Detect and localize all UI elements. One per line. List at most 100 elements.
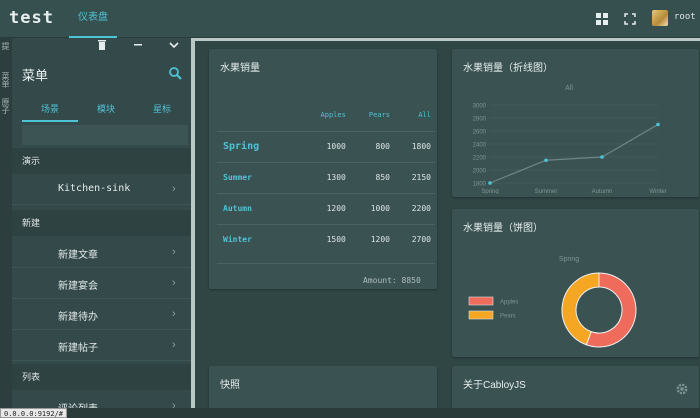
top-bar: test 仪表盘 root — [0, 0, 700, 38]
strip-item-menu[interactable]: 菜单 — [1, 72, 10, 88]
menu-item-label: 新建帖子 — [58, 343, 98, 354]
data-point — [600, 155, 604, 159]
sales-table: Apples Pears All Spring 1000 800 1800 Su… — [217, 99, 435, 255]
table-cell: 1500 — [298, 223, 350, 255]
line-chart: All 1800 2000 2200 2400 2600 2800 3000 Spring Su… — [473, 85, 667, 194]
y-tick-label: 2800 — [473, 117, 487, 123]
table-cell: 1800 — [394, 130, 435, 162]
amount-total: Amount: 8850 — [363, 276, 421, 285]
app-title: test — [9, 8, 54, 28]
table-cell: Autumn — [217, 192, 299, 224]
table-cell: 1000 — [298, 130, 350, 162]
card-pie-chart: 水果销量（饼图） Spring Apples Pears — [452, 209, 699, 357]
table-row: Winter 1500 1200 2700 — [217, 223, 435, 255]
legend-swatch — [468, 296, 494, 306]
panel-title: 菜单 — [22, 68, 49, 83]
card-title: 水果销量（饼图） — [463, 223, 543, 234]
chevron-right-icon: › — [172, 400, 176, 409]
y-tick-label: 2400 — [473, 143, 487, 149]
legend-label: Apples — [500, 300, 518, 306]
minimize-icon[interactable] — [133, 40, 143, 50]
menu-item-label: 评论列表 — [58, 400, 98, 408]
table-header: Pears — [368, 110, 390, 119]
menu-item-new-party[interactable]: 新建宴会 › — [12, 268, 191, 299]
y-tick-label: 2600 — [473, 130, 487, 136]
menu-item-label: 新建文章 — [58, 250, 98, 261]
table-cell: 1000 — [349, 192, 394, 224]
pie-chart-title: Spring — [559, 256, 579, 263]
menu-item-new-article[interactable]: 新建文章 › — [12, 237, 191, 268]
chevron-right-icon: › — [172, 183, 176, 195]
menu-item-comment-list[interactable]: 评论列表 › — [12, 391, 191, 409]
table-header: Apples — [320, 110, 346, 119]
menu-item-label: 新建宴会 — [58, 281, 98, 292]
data-point — [544, 158, 548, 163]
chevron-down-icon[interactable] — [169, 40, 179, 50]
menu-item-label: 新建待办 — [58, 312, 98, 323]
table-cell: 850 — [349, 161, 394, 193]
table-cell: Winter — [217, 223, 299, 255]
y-tick-label: 2000 — [473, 169, 487, 175]
menu-item-new-post[interactable]: 新建帖子 › — [12, 330, 191, 361]
table-cell: 1200 — [349, 223, 394, 255]
tab-dashboard[interactable]: 仪表盘 — [69, 0, 117, 38]
card-about: 关于CabloyJS — [452, 366, 699, 408]
card-title: 关于CabloyJS — [463, 380, 526, 391]
x-tick-label: Autumn — [592, 189, 613, 194]
y-tick-label: 3000 — [473, 104, 487, 110]
table-header — [217, 99, 298, 131]
fullscreen-icon[interactable] — [623, 12, 637, 26]
panel-toolbar — [12, 38, 191, 52]
table-row: Autumn 1200 1000 2200 — [217, 192, 435, 224]
table-cell: 2200 — [394, 192, 435, 224]
tab-starred[interactable]: 星标 — [134, 100, 190, 122]
group-header-list: 列表 — [12, 364, 191, 390]
legend-swatch — [468, 310, 494, 320]
table-cell: 800 — [349, 130, 394, 162]
group-header-demo: 演示 — [12, 148, 191, 174]
chevron-right-icon: › — [172, 339, 176, 351]
card-title: 水果销量（折线图） — [463, 63, 553, 74]
strip-item-atom[interactable]: 原子 — [1, 98, 10, 114]
x-tick-label: Spring — [481, 189, 498, 194]
chevron-right-icon: › — [172, 308, 176, 320]
x-tick-label: Winter — [649, 189, 666, 194]
y-tick-label: 1800 — [473, 182, 487, 188]
divider — [217, 263, 435, 264]
table-header: All — [418, 110, 431, 119]
group-header-new: 新建 — [12, 210, 191, 236]
data-point — [488, 181, 492, 185]
tab-modules[interactable]: 模块 — [78, 100, 134, 122]
card-title: 水果销量 — [220, 63, 260, 74]
menu-item-new-todo[interactable]: 新建待办 › — [12, 299, 191, 330]
settings-icon[interactable] — [675, 382, 689, 396]
table-cell: 1200 — [298, 192, 350, 224]
trash-icon[interactable] — [97, 39, 107, 50]
panel-search-box[interactable] — [22, 125, 188, 145]
search-icon[interactable] — [168, 66, 182, 80]
menu-item-kitchen-sink[interactable]: Kitchen-sink › — [12, 174, 191, 205]
table-cell: 1300 — [298, 161, 350, 193]
series-line — [489, 123, 659, 184]
table-row: Summer 1300 850 2150 — [217, 161, 435, 193]
table-cell: 2150 — [394, 161, 435, 193]
user-name[interactable]: root — [674, 12, 696, 22]
legend-label: Pears — [500, 314, 516, 320]
chevron-right-icon: › — [172, 246, 176, 258]
side-panel: 菜单 场景 模块 星标 演示 Kitchen-sink › 新建 新建文章 › … — [12, 38, 191, 408]
pie-chart: Spring Apples Pears — [468, 256, 637, 348]
table-header-row: Apples Pears All — [217, 99, 435, 131]
dashboard-layout-icon[interactable] — [595, 12, 609, 26]
status-bar — [0, 408, 700, 418]
table-cell: Spring — [217, 130, 299, 162]
table-row: Spring 1000 800 1800 — [217, 130, 435, 162]
dashboard: 水果销量 Apples Pears All Spring 1000 800 18… — [191, 38, 700, 408]
card-line-chart: 水果销量（折线图） All 1800 2000 2200 2400 2600 2800 30… — [452, 49, 699, 197]
card-snapshot: 快照 — [209, 366, 437, 408]
avatar[interactable] — [652, 10, 668, 26]
menu-item-label: Kitchen-sink — [58, 183, 131, 194]
tab-scenes[interactable]: 场景 — [22, 100, 78, 122]
table-cell: 2700 — [394, 223, 435, 255]
panel-tabs: 场景 模块 星标 — [22, 100, 190, 122]
strip-item-hint[interactable]: 提 — [1, 42, 10, 50]
